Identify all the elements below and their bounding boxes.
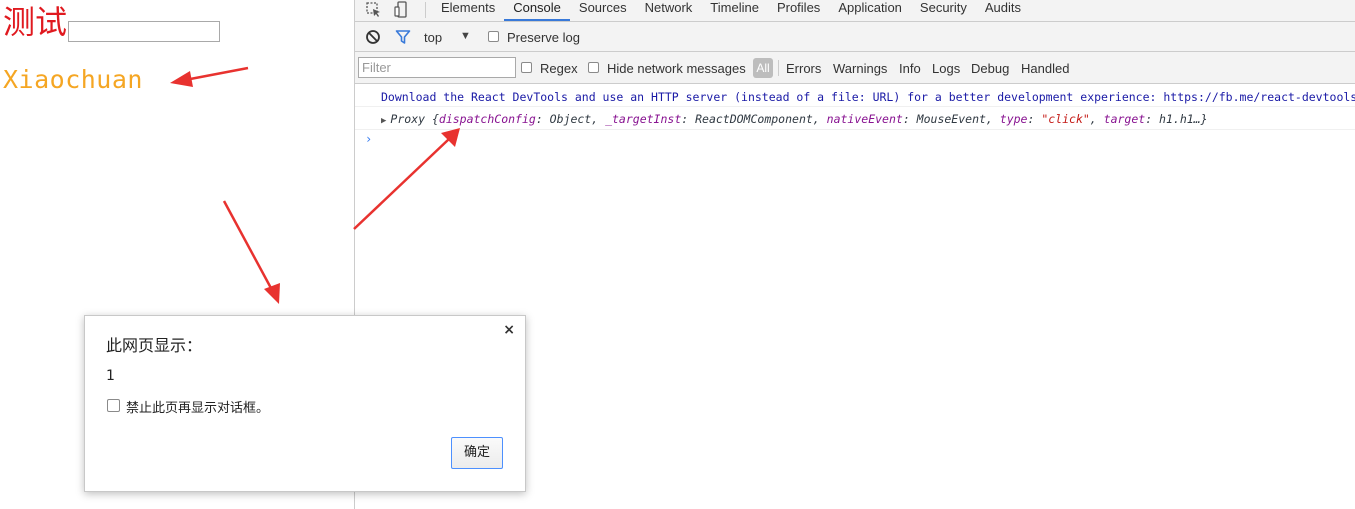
heading-row: 测试 — [3, 2, 221, 42]
proxy-key: _targetInst — [605, 112, 682, 126]
proxy-key: dispatchConfig — [438, 112, 536, 126]
regex-label: Regex — [540, 61, 578, 76]
proxy-key: nativeEvent — [826, 112, 903, 126]
tab-network[interactable]: Network — [636, 0, 702, 21]
level-handled-button[interactable]: Handled — [1021, 61, 1069, 76]
proxy-value: : h1.h1…} — [1145, 112, 1208, 126]
proxy-key: target — [1103, 112, 1146, 126]
tab-elements[interactable]: Elements — [432, 0, 504, 21]
alert-dialog: 此网页显示： × 1 禁止此页再显示对话框。 确定 — [84, 315, 526, 492]
regex-checkbox[interactable] — [521, 62, 532, 73]
dialog-message: 1 — [106, 368, 115, 384]
proxy-prefix: Proxy { — [390, 112, 439, 126]
close-icon[interactable]: × — [503, 322, 515, 338]
context-dropdown-icon[interactable]: ▼ — [460, 30, 471, 42]
console-message-proxy[interactable]: ▶ Proxy {dispatchConfig: Object, _targetI… — [381, 112, 1355, 126]
level-info-button[interactable]: Info — [899, 61, 921, 76]
device-icon[interactable] — [393, 1, 411, 19]
filter-separator — [778, 60, 779, 76]
inspect-icon[interactable] — [365, 1, 383, 19]
level-logs-button[interactable]: Logs — [932, 61, 960, 76]
level-warnings-button[interactable]: Warnings — [833, 61, 887, 76]
suppress-dialogs-label: 禁止此页再显示对话框。 — [126, 401, 270, 416]
preserve-log-checkbox[interactable] — [488, 31, 499, 42]
proxy-value: : ReactDOMComponent, — [681, 112, 827, 126]
tabbar-separator — [425, 2, 426, 18]
tab-security[interactable]: Security — [911, 0, 976, 21]
tab-profiles[interactable]: Profiles — [768, 0, 829, 21]
console-filterbar: Filter Regex Hide network messages All E… — [355, 52, 1355, 84]
level-debug-button[interactable]: Debug — [971, 61, 1009, 76]
context-select[interactable]: top — [424, 30, 442, 45]
row-divider — [355, 129, 1355, 130]
filter-input[interactable]: Filter — [358, 57, 516, 78]
tab-audits[interactable]: Audits — [976, 0, 1030, 21]
console-message-devtools[interactable]: Download the React DevTools and use an H… — [381, 90, 1355, 104]
tab-timeline[interactable]: Timeline — [701, 0, 768, 21]
proxy-value: : — [1027, 112, 1042, 126]
preserve-log-label: Preserve log — [507, 30, 580, 45]
level-errors-button[interactable]: Errors — [786, 61, 821, 76]
expand-triangle-icon[interactable]: ▶ — [381, 116, 386, 126]
devtools-tabbar: Elements Console Sources Network Timelin… — [355, 0, 1355, 22]
page-heading[interactable]: 测试 — [3, 2, 67, 42]
hide-network-checkbox[interactable] — [588, 62, 599, 73]
text-input[interactable] — [68, 21, 221, 42]
proxy-value: : MouseEvent, — [902, 112, 1000, 126]
console-prompt[interactable]: › — [365, 132, 372, 146]
tab-console[interactable]: Console — [504, 0, 570, 21]
row-divider — [355, 106, 1355, 107]
ok-button[interactable]: 确定 — [451, 437, 503, 469]
proxy-value: , — [1089, 112, 1104, 126]
proxy-key: type — [999, 112, 1028, 126]
clear-console-icon[interactable] — [365, 29, 381, 45]
level-all-button[interactable]: All — [753, 58, 773, 78]
name-heading[interactable]: Xiaochuan — [3, 65, 143, 94]
dialog-title: 此网页显示： — [106, 336, 203, 355]
proxy-value: : Object, — [535, 112, 606, 126]
filter-icon[interactable] — [395, 29, 411, 45]
console-toolbar: top ▼ Preserve log — [355, 22, 1355, 52]
tab-sources[interactable]: Sources — [570, 0, 636, 21]
suppress-dialogs-checkbox[interactable] — [107, 399, 120, 412]
proxy-string: "click" — [1041, 112, 1090, 126]
hide-network-label: Hide network messages — [607, 61, 746, 76]
tab-application[interactable]: Application — [829, 0, 911, 21]
devtools-tabs: Elements Console Sources Network Timelin… — [432, 0, 1030, 21]
